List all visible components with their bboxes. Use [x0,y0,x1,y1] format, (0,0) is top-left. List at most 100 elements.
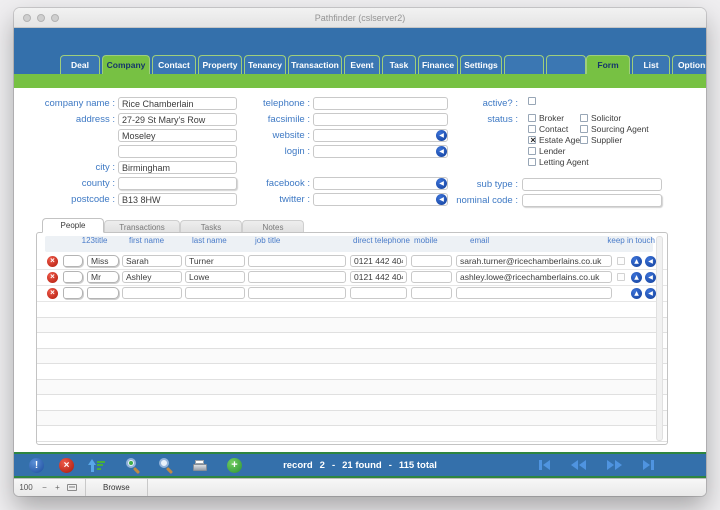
city-field[interactable] [118,161,237,174]
mobile-field[interactable] [411,255,452,267]
go-to-person-icon[interactable]: ◀ [645,272,656,283]
tab-transaction[interactable]: Transaction [288,55,342,74]
tab-event[interactable]: Event [344,55,380,74]
tab-property[interactable]: Property [198,55,242,74]
website-field[interactable] [313,129,448,142]
email-field[interactable] [456,287,612,299]
status-solicitor-label: Solicitor [591,113,621,123]
mobile-field[interactable] [411,287,452,299]
tab-settings[interactable]: Settings [460,55,502,74]
tab-blank-1[interactable] [504,55,544,74]
go-to-person-icon[interactable]: ◀ [645,256,656,267]
direct-telephone-field[interactable] [350,287,407,299]
table-row: × ▲ ◀ [37,270,667,286]
address-line3-field[interactable] [118,145,237,158]
tab-tenancy[interactable]: Tenancy [244,55,286,74]
print-button[interactable] [191,457,208,474]
tab-people[interactable]: People [42,218,104,233]
tab-finance[interactable]: Finance [418,55,458,74]
job-title-field[interactable] [248,287,346,299]
sort-button[interactable] [88,457,105,474]
status-letting-agent-checkbox[interactable] [528,158,536,166]
keep-in-touch-checkbox[interactable] [617,273,625,281]
portal-scrollbar[interactable] [656,236,663,441]
close-window-icon[interactable] [23,14,31,22]
direct-telephone-field[interactable] [350,271,407,283]
website-go-icon[interactable]: ◀ [436,130,447,141]
tab-form[interactable]: Form [586,55,630,74]
active-checkbox[interactable] [528,97,536,105]
status-supplier-checkbox[interactable] [580,136,588,144]
status-sourcing-agent-checkbox[interactable] [580,125,588,133]
postcode-field[interactable] [118,193,237,206]
tab-blank-2[interactable] [546,55,586,74]
delete-row-icon[interactable]: × [47,272,58,283]
up-arrow-icon[interactable]: ▲ [631,288,642,299]
job-title-field[interactable] [248,271,346,283]
tab-task[interactable]: Task [382,55,416,74]
status-lender-checkbox[interactable] [528,147,536,155]
mode-selector[interactable]: Browse [91,483,142,492]
delete-row-icon[interactable]: × [47,288,58,299]
go-to-person-icon[interactable]: ◀ [645,288,656,299]
search-button[interactable] [158,457,175,474]
last-record-button[interactable] [643,460,654,470]
minimize-window-icon[interactable] [37,14,45,22]
delete-record-button[interactable]: × [58,457,75,474]
login-field[interactable] [313,145,448,158]
empty-row [37,349,667,365]
email-field[interactable] [456,255,612,267]
first-record-button[interactable] [539,460,550,470]
zoom-out-button[interactable]: − [38,483,51,492]
title-field[interactable] [87,287,119,299]
up-arrow-icon[interactable]: ▲ [631,256,642,267]
record-navigation [539,460,654,470]
mobile-field[interactable] [411,271,452,283]
row-number-field[interactable] [63,255,83,267]
status-solicitor-checkbox[interactable] [580,114,588,122]
tab-company[interactable]: Company [102,55,150,74]
keep-in-touch-checkbox[interactable] [617,257,625,265]
sub-type-field[interactable] [522,178,662,191]
direct-telephone-field[interactable] [350,255,407,267]
address-line2-field[interactable] [118,129,237,142]
info-button[interactable]: ! [28,457,45,474]
status-broker-checkbox[interactable] [528,114,536,122]
first-name-field[interactable] [122,255,182,267]
title-field[interactable] [87,255,119,267]
empty-row [37,380,667,396]
zoom-in-button[interactable]: + [51,483,64,492]
first-name-field[interactable] [122,271,182,283]
new-record-button[interactable]: + [226,457,243,474]
address-label: address : [22,114,115,125]
first-name-field[interactable] [122,287,182,299]
next-record-button[interactable] [607,460,622,470]
tab-list[interactable]: List [632,55,670,74]
find-button[interactable] [125,457,142,474]
tab-contact[interactable]: Contact [152,55,196,74]
status-contact-checkbox[interactable] [528,125,536,133]
previous-record-button[interactable] [571,460,586,470]
status-estate-agent-checkbox[interactable] [528,136,536,144]
company-name-label: company name : [22,98,115,109]
sort-arrow-icon [88,459,96,472]
nominal-code-field[interactable] [522,194,662,207]
address-line1-field[interactable] [118,113,237,126]
tab-options[interactable]: Options [672,55,706,74]
row-number-field[interactable] [63,287,83,299]
last-name-field[interactable] [185,287,245,299]
last-name-field[interactable] [185,271,245,283]
county-field[interactable] [118,177,237,190]
up-arrow-icon[interactable]: ▲ [631,272,642,283]
company-name-field[interactable] [118,97,237,110]
zoom-window-icon[interactable] [51,14,59,22]
title-field[interactable] [87,271,119,283]
last-name-field[interactable] [185,255,245,267]
job-title-field[interactable] [248,255,346,267]
tab-deal[interactable]: Deal [60,55,100,74]
login-go-icon[interactable]: ◀ [436,146,447,157]
row-number-field[interactable] [63,271,83,283]
delete-row-icon[interactable]: × [47,256,58,267]
toolbar-toggle-icon[interactable] [67,484,77,491]
email-field[interactable] [456,271,612,283]
